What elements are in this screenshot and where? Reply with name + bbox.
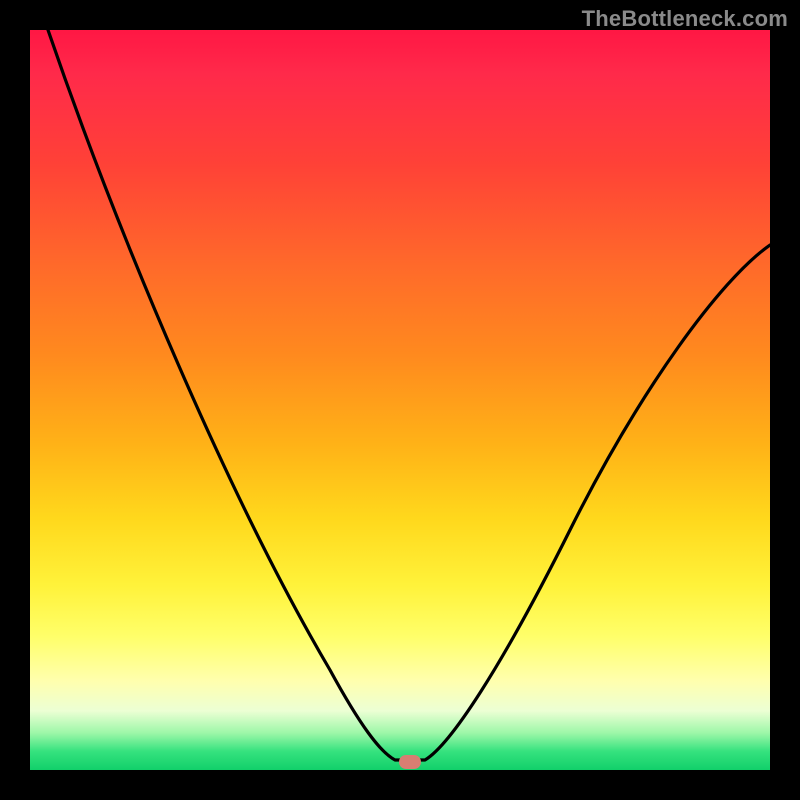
optimal-point-marker <box>399 755 421 769</box>
watermark-text: TheBottleneck.com <box>582 6 788 32</box>
chart-frame: TheBottleneck.com <box>0 0 800 800</box>
bottleneck-curve <box>30 30 770 770</box>
plot-area <box>30 30 770 770</box>
